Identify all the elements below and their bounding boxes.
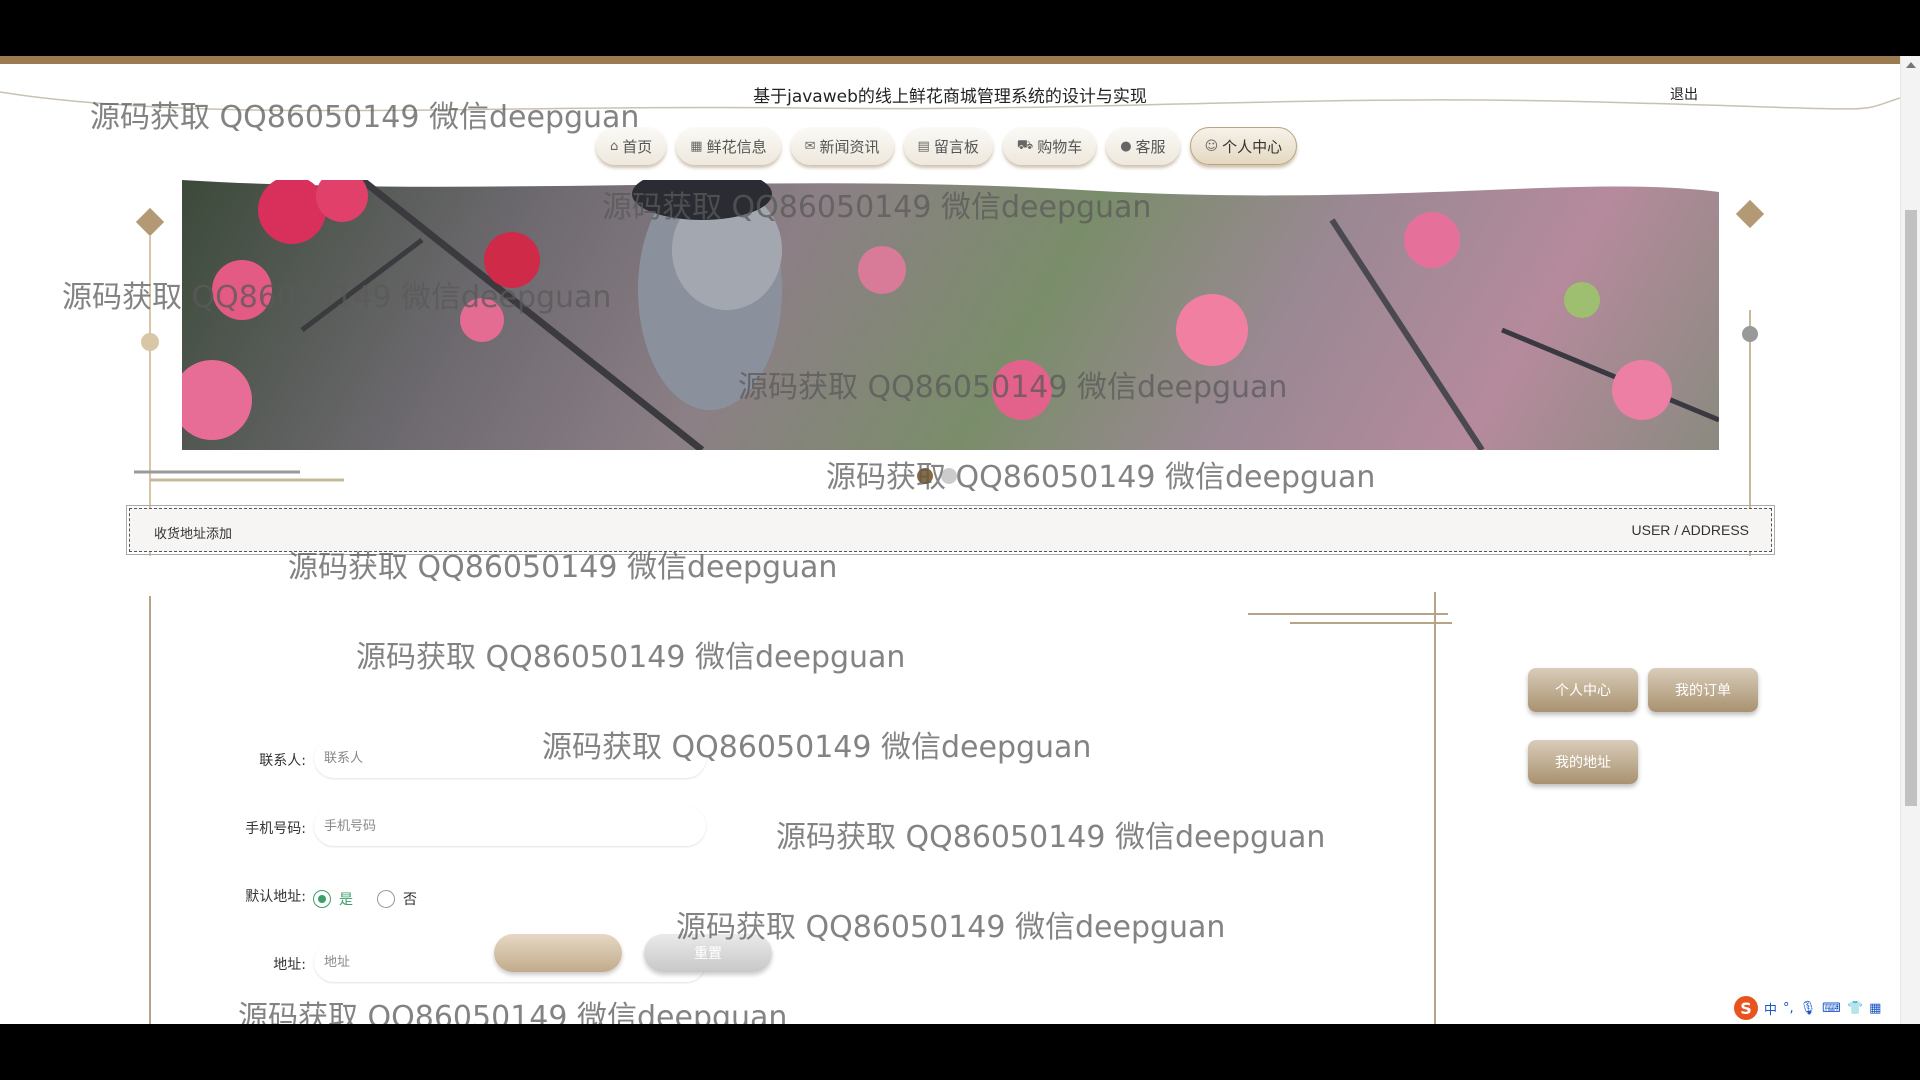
carousel-dots	[917, 468, 957, 484]
user-icon: ☺	[1204, 138, 1219, 154]
nav-label: 客服	[1135, 137, 1166, 156]
section-title: 收货地址添加	[154, 527, 233, 542]
nav-flowers[interactable]: ▦ 鲜花信息	[676, 127, 781, 165]
nav-service[interactable]: ● 客服	[1106, 127, 1180, 165]
section-subtitle: USER / ADDRESS	[1631, 522, 1749, 538]
browser-page: 基于javaweb的线上鲜花商城管理系统的设计与实现 退出 ⌂ 首页 ▦ 鲜花信息 …	[0, 56, 1920, 1024]
screen-bottom-black-bar	[0, 1024, 1920, 1080]
microphone-icon[interactable]: 🎙	[1800, 1001, 1817, 1016]
chat-icon: ●	[1120, 138, 1132, 154]
default-address-radio-group: 是 否	[313, 889, 417, 909]
nav-messageboard[interactable]: ▤ 留言板	[903, 127, 993, 165]
nav-label: 个人中心	[1222, 137, 1283, 156]
contact-row: 联系人:	[150, 738, 850, 782]
grid-icon[interactable]: ▦	[1869, 1001, 1881, 1016]
radio-no-label: 否	[403, 892, 417, 908]
nav-personal-center[interactable]: ☺ 个人中心	[1189, 127, 1298, 165]
phone-row: 手机号码:	[150, 806, 850, 850]
address-form: 联系人: 手机号码: 默认地址: 是 否 地址:	[150, 596, 1440, 1024]
ime-tray[interactable]: S 中 °, 🎙 ⌨ 👕 ▦	[1734, 996, 1881, 1020]
nav-cart[interactable]: ⛟ 购物车	[1002, 127, 1097, 165]
site-title: 基于javaweb的线上鲜花商城管理系统的设计与实现	[753, 87, 1147, 107]
nav-home[interactable]: ⌂ 首页	[596, 127, 667, 165]
radio-yes-label: 是	[339, 892, 353, 908]
hero-banner	[182, 180, 1719, 450]
shirt-icon[interactable]: 👕	[1847, 1001, 1863, 1016]
address-label: 地址:	[273, 957, 306, 973]
nav-label: 留言板	[933, 137, 979, 156]
scroll-thumb[interactable]	[1905, 210, 1917, 806]
nav-label: 鲜花信息	[706, 137, 767, 156]
default-address-row: 默认地址: 是 否	[150, 874, 850, 918]
sidebar-personal-center[interactable]: 个人中心	[1528, 668, 1638, 712]
carousel-dot-1[interactable]	[917, 468, 933, 484]
contact-label: 联系人:	[259, 753, 306, 769]
punctuation-icon[interactable]: °,	[1783, 1001, 1794, 1016]
screen-top-black-bar	[0, 0, 1920, 56]
header-accent-line	[0, 56, 1920, 64]
phone-label: 手机号码:	[245, 821, 306, 837]
carousel-dot-2[interactable]	[941, 468, 957, 484]
logout-link[interactable]: 退出	[1670, 84, 1698, 104]
cart-icon: ⛟	[1016, 137, 1034, 153]
scroll-up-arrow-icon[interactable]	[1906, 62, 1916, 68]
contact-input[interactable]	[314, 738, 706, 778]
clipboard-icon: ▤	[917, 138, 930, 154]
nav-label: 首页	[622, 137, 653, 156]
radio-no[interactable]	[377, 890, 395, 908]
sogou-ime-icon[interactable]: S	[1734, 996, 1758, 1020]
reset-button[interactable]: 重置	[644, 934, 772, 972]
page-scrollbar[interactable]	[1900, 56, 1920, 1024]
phone-input[interactable]	[314, 806, 706, 846]
nav-label: 新闻资讯	[819, 137, 880, 156]
nav-label: 购物车	[1037, 137, 1083, 156]
keyboard-icon[interactable]: ⌨	[1822, 1001, 1841, 1016]
radio-yes[interactable]	[313, 890, 331, 908]
sidebar-my-address[interactable]: 我的地址	[1528, 740, 1638, 784]
bird-blossom-illustration	[182, 180, 1719, 450]
submit-button[interactable]	[494, 934, 622, 972]
section-header: 收货地址添加 USER / ADDRESS	[126, 505, 1775, 555]
nav-news[interactable]: ✉ 新闻资讯	[790, 127, 894, 165]
site-header: 基于javaweb的线上鲜花商城管理系统的设计与实现 退出	[0, 64, 1900, 126]
default-address-label: 默认地址:	[245, 889, 306, 905]
sidebar-my-orders[interactable]: 我的订单	[1648, 668, 1758, 712]
ime-mode-label[interactable]: 中	[1764, 999, 1777, 1018]
mail-icon: ✉	[804, 138, 816, 154]
home-icon: ⌂	[610, 138, 619, 154]
main-nav: ⌂ 首页 ▦ 鲜花信息 ✉ 新闻资讯 ▤ 留言板 ⛟ 购物车 ● 客服 ☺ 个人中心	[596, 127, 1298, 167]
gift-icon: ▦	[690, 138, 703, 154]
